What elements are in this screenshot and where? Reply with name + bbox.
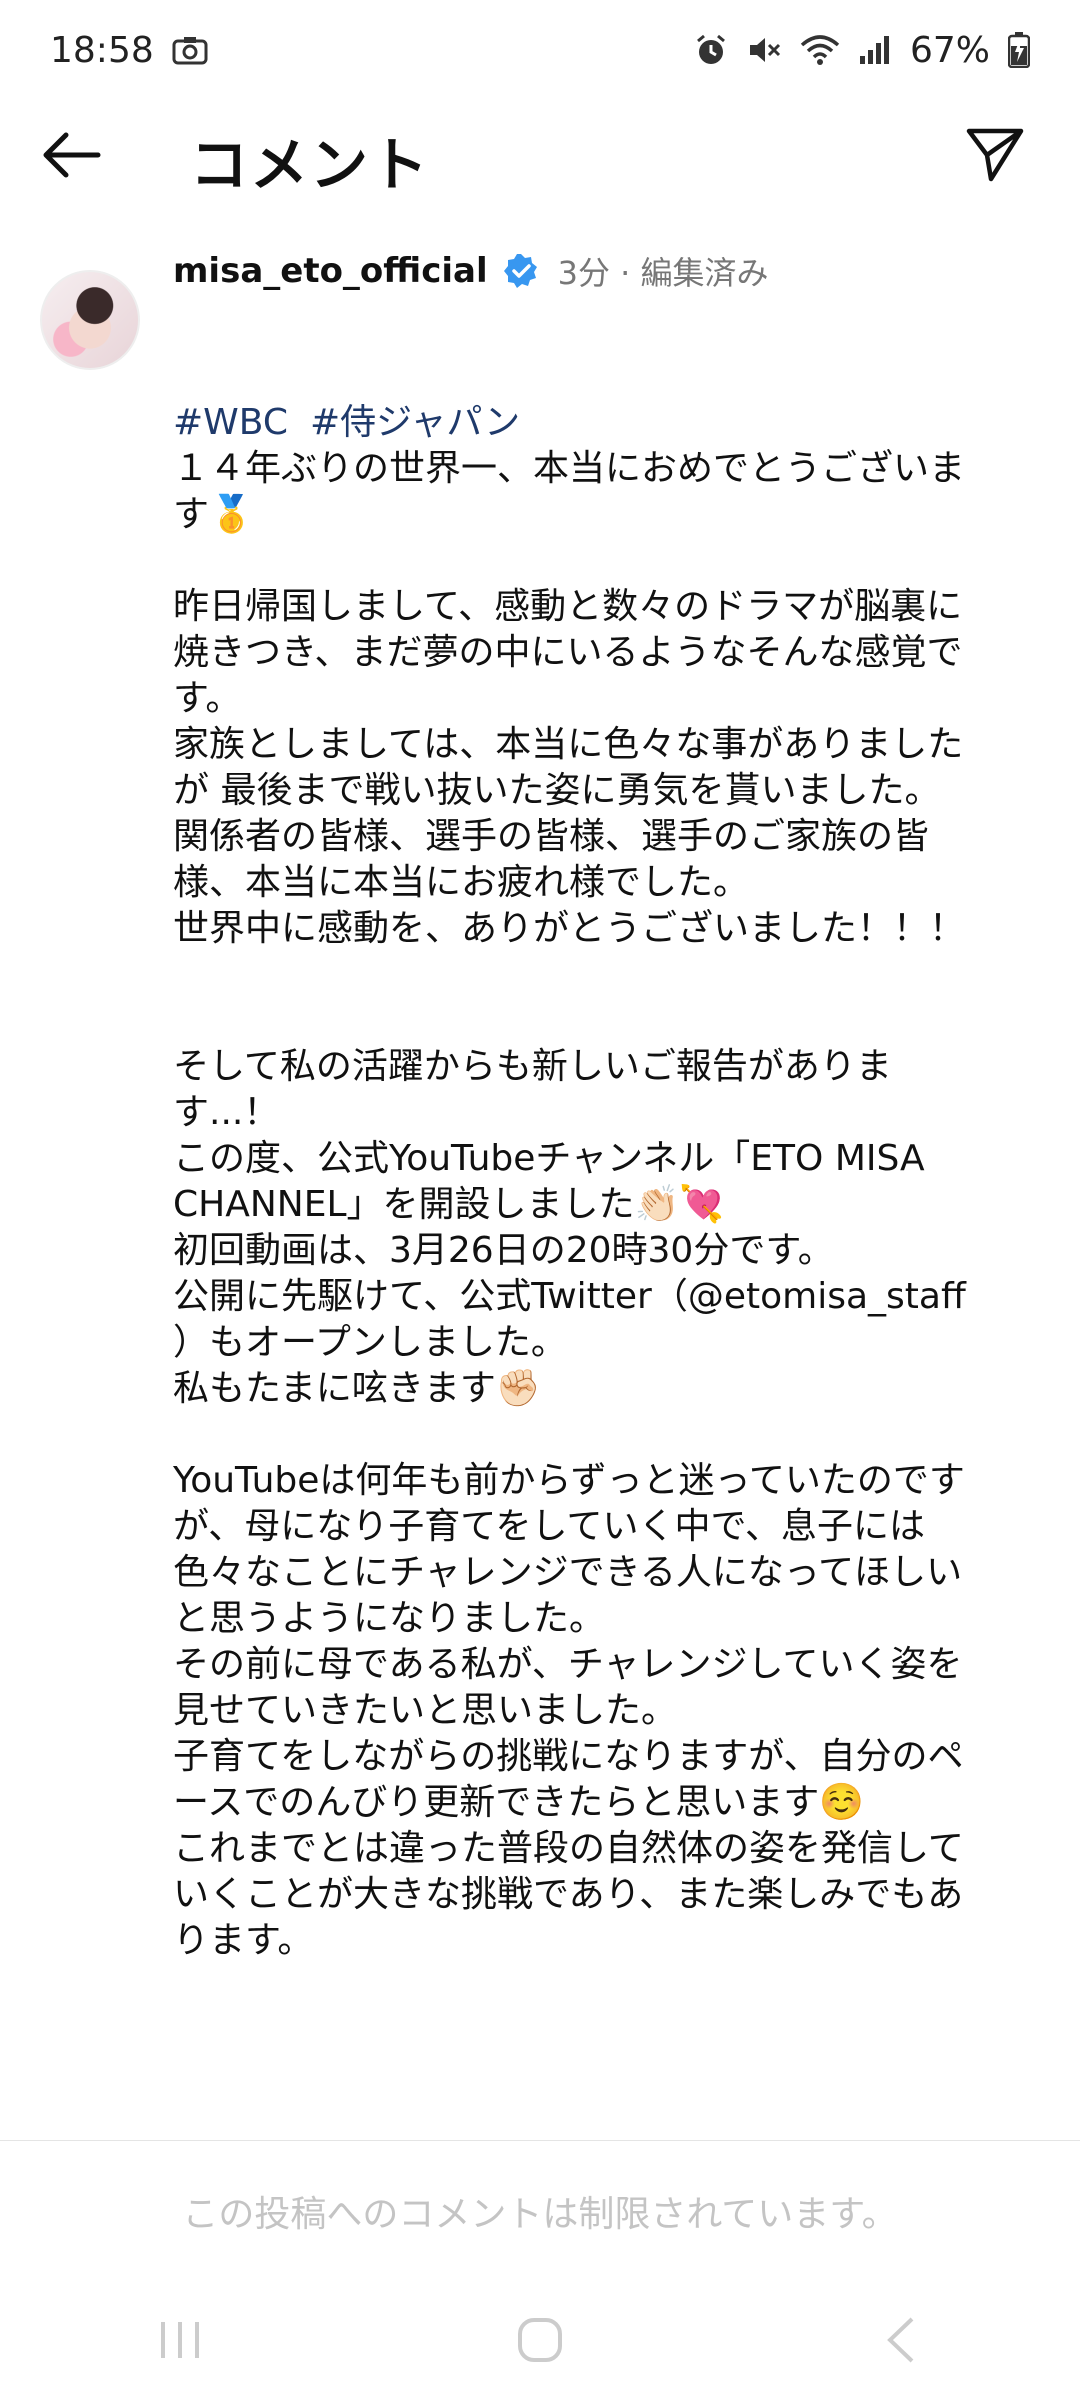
paragraph: １４年ぶりの世界一、本当におめでとうございます🥇 bbox=[173, 448, 966, 535]
share-button[interactable] bbox=[960, 120, 1030, 190]
comments-restricted-banner: この投稿へのコメントは制限されています。 bbox=[0, 2140, 1080, 2281]
comment-meta: 3分 · 編集済み bbox=[557, 254, 769, 292]
page-title: コメント bbox=[190, 131, 431, 199]
signal-icon bbox=[858, 34, 892, 66]
system-back-button[interactable] bbox=[840, 2300, 960, 2380]
caption-comment: misa_eto_official 3分 · 編集済み #WBC #侍ジャパン １… bbox=[0, 240, 1080, 2140]
mute-icon bbox=[746, 33, 782, 67]
battery-percent: 67% bbox=[909, 29, 990, 71]
paragraph: YouTubeは何年も前からずっと迷っていたのですが、母になり子育てをしていく中… bbox=[173, 1460, 965, 1961]
paragraph: そして私の活躍からも新しいご報告があります...！ この度、公式YouTubeチ… bbox=[173, 1046, 966, 1409]
comment-body: #WBC #侍ジャパン １４年ぶりの世界一、本当におめでとうございます🥇 昨日帰国… bbox=[173, 400, 993, 1964]
home-button[interactable] bbox=[480, 2300, 600, 2380]
chevron-left-icon bbox=[887, 2317, 914, 2363]
username[interactable]: misa_eto_official bbox=[173, 251, 488, 291]
battery-charging-icon bbox=[1008, 32, 1030, 68]
alarm-icon bbox=[694, 33, 728, 67]
send-icon bbox=[966, 128, 1024, 182]
system-navigation-bar bbox=[0, 2280, 1080, 2400]
status-right: 67% bbox=[694, 30, 1030, 71]
paragraph: 昨日帰国しまして、感動と数々のドラマが脳裏に焼きつき、まだ夢の中にいるようなそん… bbox=[173, 586, 966, 949]
status-left: 18:58 bbox=[50, 30, 208, 71]
status-bar: 18:58 67% bbox=[0, 0, 1080, 100]
home-icon bbox=[518, 2318, 562, 2362]
arrow-left-icon bbox=[43, 132, 101, 178]
back-button[interactable] bbox=[40, 125, 110, 185]
avatar[interactable] bbox=[40, 270, 140, 370]
recents-icon bbox=[161, 2322, 199, 2358]
comment-header: misa_eto_official 3分 · 編集済み bbox=[173, 248, 769, 294]
verified-badge-icon bbox=[502, 252, 540, 290]
hashtags: #WBC #侍ジャパン bbox=[173, 400, 993, 446]
status-time: 18:58 bbox=[50, 29, 154, 71]
recent-apps-button[interactable] bbox=[120, 2300, 240, 2380]
top-app-bar: コメント bbox=[0, 100, 1080, 210]
hashtag-link[interactable]: #侍ジャパン bbox=[310, 402, 520, 443]
restricted-text: この投稿へのコメントは制限されています。 bbox=[182, 2194, 898, 2235]
wifi-icon bbox=[800, 33, 840, 67]
hashtag-link[interactable]: #WBC bbox=[173, 402, 288, 443]
screenshot-icon bbox=[172, 35, 208, 65]
